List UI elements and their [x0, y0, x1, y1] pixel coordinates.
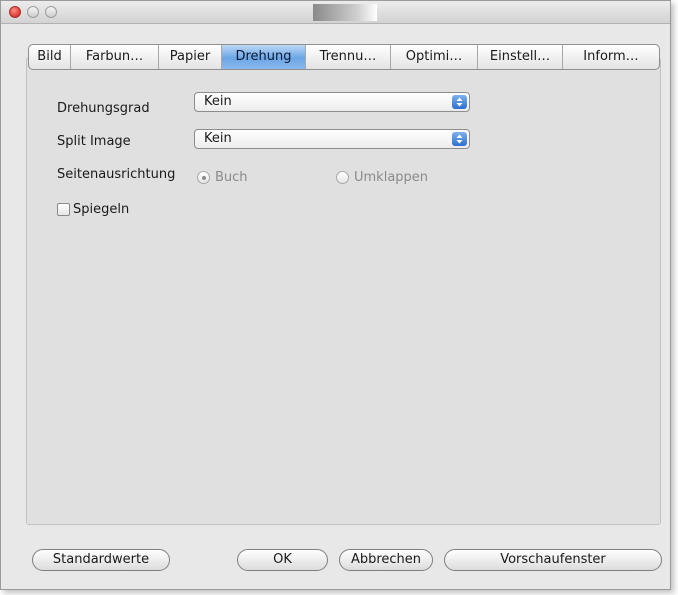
preview-button[interactable]: Vorschaufenster — [444, 549, 662, 571]
radio-selected-icon — [197, 171, 210, 184]
tab-content-panel — [26, 57, 661, 525]
dialog-window: Bild Farbun… Papier Drehung Trennu… Opti… — [0, 0, 671, 590]
tab-farbung[interactable]: Farbun… — [71, 45, 159, 69]
tab-bar: Bild Farbun… Papier Drehung Trennu… Opti… — [28, 44, 660, 70]
tab-trennung[interactable]: Trennu… — [306, 45, 391, 69]
tab-papier[interactable]: Papier — [159, 45, 222, 69]
rotation-value: Kein — [204, 94, 232, 109]
zoom-window-button[interactable] — [45, 6, 57, 18]
radio-umklappen[interactable]: Umklappen — [336, 170, 428, 185]
cancel-button[interactable]: Abbrechen — [339, 549, 433, 571]
checkbox-icon — [57, 203, 70, 216]
split-image-value: Kein — [204, 131, 232, 146]
radio-unselected-icon — [336, 171, 349, 184]
popup-arrows-icon — [452, 95, 467, 109]
tab-einstellungen[interactable]: Einstell… — [478, 45, 563, 69]
title-bar[interactable] — [1, 1, 670, 24]
orientation-label: Seitenausrichtung — [57, 167, 176, 182]
title-graphic — [313, 4, 377, 21]
mirror-label: Spiegeln — [73, 202, 130, 217]
rotation-popup[interactable]: Kein — [194, 92, 470, 112]
defaults-button[interactable]: Standardwerte — [32, 549, 170, 571]
radio-umklappen-label: Umklappen — [354, 170, 429, 185]
split-image-popup[interactable]: Kein — [194, 129, 470, 149]
tab-drehung[interactable]: Drehung — [222, 45, 306, 69]
tab-optimierung[interactable]: Optimi… — [391, 45, 478, 69]
close-window-button[interactable] — [9, 6, 21, 18]
tab-information[interactable]: Inform… — [563, 45, 659, 69]
mirror-checkbox[interactable]: Spiegeln — [57, 202, 129, 217]
ok-button[interactable]: OK — [237, 549, 328, 571]
radio-buch-label: Buch — [215, 170, 248, 185]
split-image-label: Split Image — [57, 134, 131, 149]
rotation-label: Drehungsgrad — [57, 101, 150, 116]
popup-arrows-icon — [452, 132, 467, 146]
tab-bild[interactable]: Bild — [29, 45, 71, 69]
minimize-window-button[interactable] — [27, 6, 39, 18]
radio-buch[interactable]: Buch — [197, 170, 248, 185]
